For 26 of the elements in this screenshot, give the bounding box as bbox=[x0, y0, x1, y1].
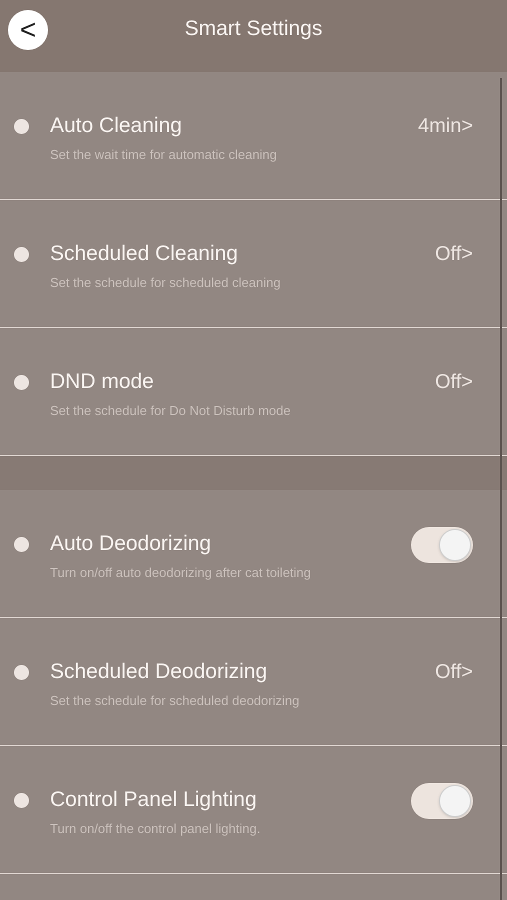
setting-title: Auto Deodorizing bbox=[50, 531, 212, 557]
setting-title: Control Panel Lighting bbox=[50, 787, 258, 813]
setting-value[interactable]: Off> bbox=[435, 240, 473, 268]
setting-title: DND mode bbox=[50, 369, 155, 395]
setting-title: Auto Cleaning bbox=[50, 113, 183, 139]
setting-value[interactable]: 4min> bbox=[418, 112, 473, 140]
setting-description: Set the schedule for Do Not Disturb mode bbox=[50, 402, 292, 420]
back-button[interactable]: < bbox=[8, 10, 48, 50]
setting-value[interactable]: Off> bbox=[435, 368, 473, 396]
setting-description: Set the wait time for automatic cleaning bbox=[50, 146, 278, 164]
setting-title: Scheduled Cleaning bbox=[50, 241, 239, 267]
bullet-icon bbox=[14, 375, 29, 390]
setting-description: Set the schedule for scheduled cleaning bbox=[50, 274, 282, 292]
bullet-icon bbox=[14, 793, 29, 808]
bullet-icon bbox=[14, 247, 29, 262]
bullet-icon bbox=[14, 665, 29, 680]
bullet-icon bbox=[14, 119, 29, 134]
toggle-switch[interactable] bbox=[411, 783, 473, 819]
bullet-icon bbox=[14, 537, 29, 552]
setting-value[interactable]: Off> bbox=[435, 658, 473, 686]
toggle-switch[interactable] bbox=[411, 527, 473, 563]
setting-title: Scheduled Deodorizing bbox=[50, 659, 268, 685]
setting-description: Turn on/off the control panel lighting. bbox=[50, 820, 262, 838]
setting-description: Set the schedule for scheduled deodorizing bbox=[50, 692, 300, 710]
setting-description: Turn on/off auto deodorizing after cat toileting bbox=[50, 564, 312, 582]
page-title: Smart Settings bbox=[184, 16, 322, 42]
